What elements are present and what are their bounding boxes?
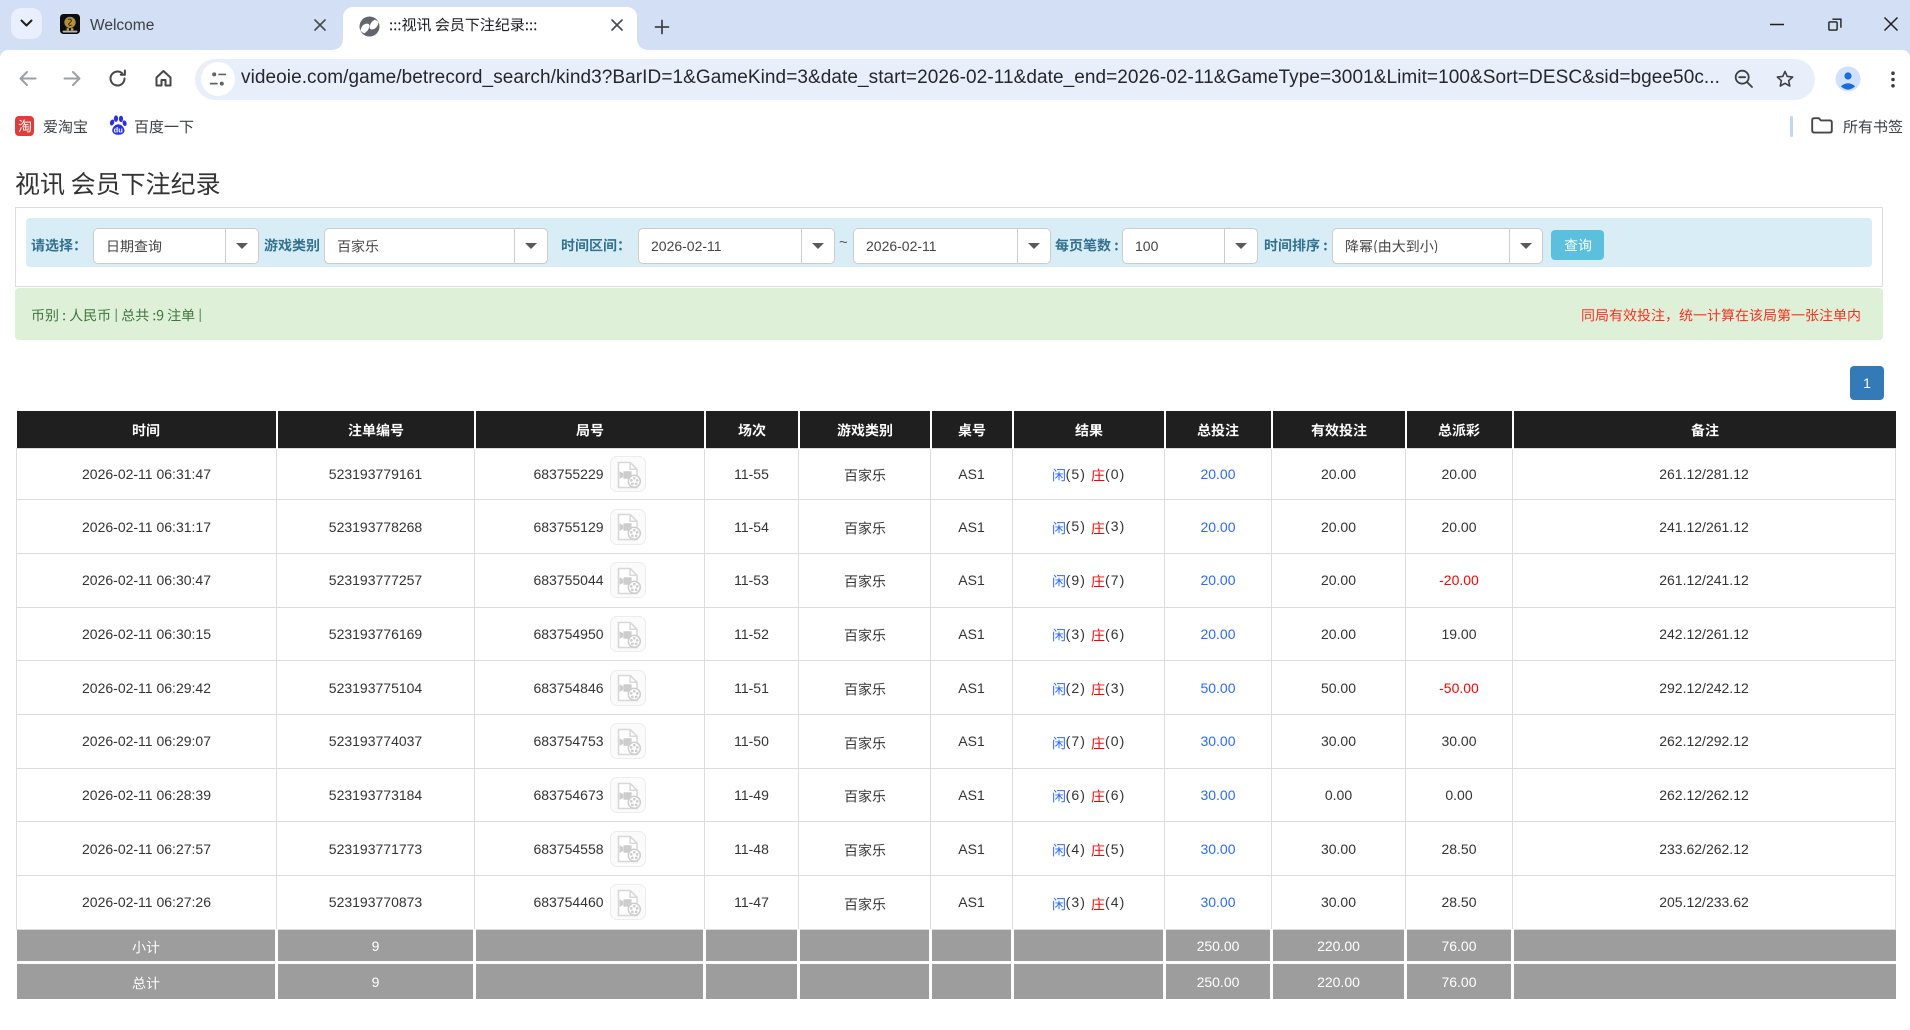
svg-text:du: du <box>114 125 124 134</box>
